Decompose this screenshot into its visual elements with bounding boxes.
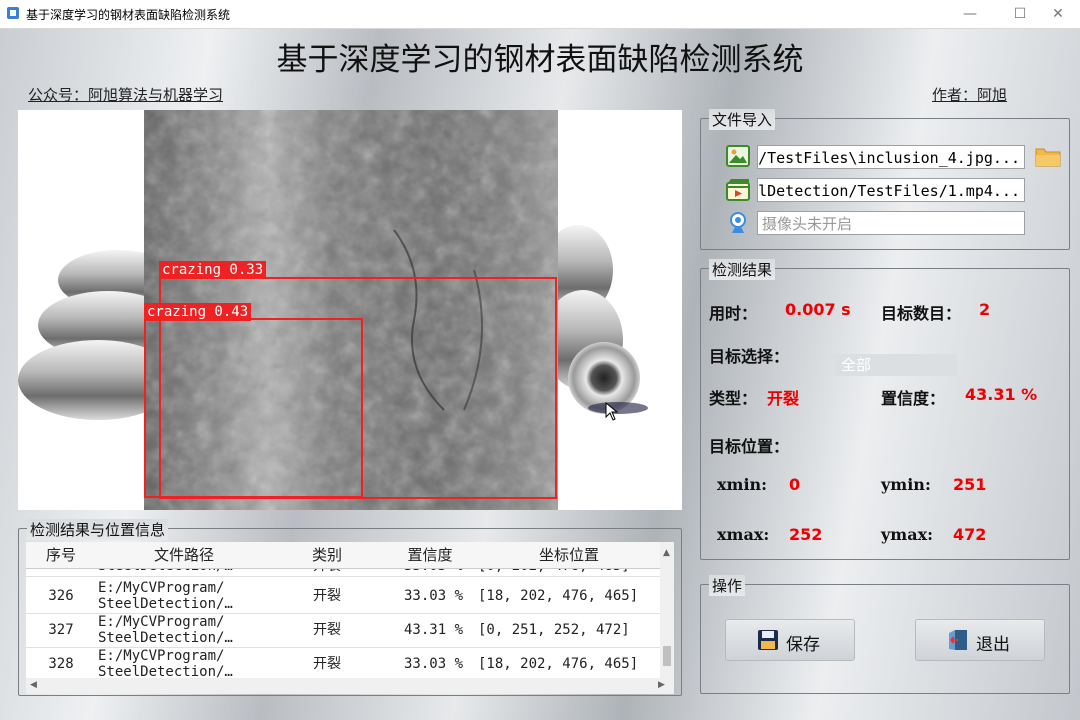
time-value: 0.007 s — [785, 300, 851, 319]
header-index[interactable]: 序号 — [26, 544, 96, 565]
cell-index: 326 — [48, 588, 74, 604]
exit-icon — [949, 630, 967, 650]
detection-label-2: crazing 0.43 — [144, 303, 252, 321]
cell-confidence: 33.03 % — [404, 588, 464, 604]
cell-index: 327 — [48, 622, 74, 638]
table-row[interactable]: 327 E:/MyCVProgram/ SteelDetection/… 开裂 … — [26, 614, 660, 648]
save-button[interactable]: 保存 — [725, 619, 855, 661]
cell-category: 开裂 — [313, 588, 341, 604]
xmax-label: xmax: — [717, 525, 770, 544]
cell-confidence: 43.31 % — [404, 622, 464, 638]
minimize-button[interactable]: — — [948, 0, 992, 28]
detection-label-1: crazing 0.33 — [159, 261, 267, 279]
cell-category: 开裂 — [313, 656, 341, 672]
cell-path-line2: SteelDetection/… — [98, 630, 233, 646]
results-table-legend: 检测结果与位置信息 — [27, 519, 169, 540]
ymax-label: ymax: — [881, 525, 934, 544]
save-button-label: 保存 — [786, 635, 820, 655]
mouse-cursor-icon — [605, 402, 619, 421]
results-table[interactable]: SteelDetection/… 开裂 33.03 % [0, 202, 476… — [26, 542, 674, 694]
table-horizontal-scrollbar[interactable]: ◀ ▶ — [26, 678, 674, 694]
type-value: 开裂 — [767, 389, 800, 408]
table-header: 序号 文件路径 类别 置信度 坐标位置 — [26, 542, 660, 569]
header-file-path[interactable]: 文件路径 — [96, 544, 272, 565]
window-title: 基于深度学习的钢材表面缺陷检测系统 — [26, 8, 231, 22]
cell-coords: [18, 202, 476, 465] — [478, 656, 639, 672]
header-category[interactable]: 类别 — [272, 544, 382, 565]
cell-path-line1: E:/MyCVProgram/ — [98, 614, 225, 630]
author-credit: 作者：阿旭 — [932, 86, 1008, 104]
xmax-value: 252 — [789, 525, 823, 544]
ymin-value: 251 — [953, 475, 987, 494]
exit-button[interactable]: 退出 — [915, 619, 1045, 661]
target-select-label: 目标选择： — [709, 347, 790, 366]
image-icon[interactable] — [725, 143, 751, 169]
public-account-credit: 公众号：阿旭算法与机器学习 — [28, 86, 224, 104]
scroll-left-icon[interactable]: ◀ — [30, 680, 37, 690]
video-path-field[interactable]: ...eelDetection/TestFiles/1.mp4 — [757, 178, 1025, 202]
target-position-label: 目标位置： — [709, 437, 790, 456]
cell-coords: [0, 251, 252, 472] — [478, 622, 630, 638]
folder-icon[interactable] — [1035, 145, 1061, 167]
header-coords[interactable]: 坐标位置 — [478, 544, 660, 565]
cell-path-line1: E:/MyCVProgram/ — [98, 648, 225, 664]
window-titlebar: 基于深度学习的钢材表面缺陷检测系统 — ☐ ✕ — [0, 0, 1080, 29]
ymax-value: 472 — [953, 525, 987, 544]
scroll-up-icon[interactable]: ▲ — [663, 548, 670, 558]
cell-path-line2: SteelDetection/… — [98, 596, 233, 612]
cell-coords: [18, 202, 476, 465] — [478, 588, 639, 604]
cell-index: 328 — [48, 656, 74, 672]
save-icon — [758, 630, 778, 650]
cell-path-line1: E:/MyCVProgram/ — [98, 580, 225, 596]
confidence-label: 置信度： — [881, 389, 946, 408]
cell-confidence: 33.03 % — [404, 656, 464, 672]
target-count-label: 目标数目： — [881, 304, 962, 323]
time-label: 用时： — [709, 304, 758, 323]
close-button[interactable]: ✕ — [1036, 0, 1080, 28]
operations-panel: 操作 保存 退出 — [700, 575, 1070, 694]
table-row[interactable]: 326 E:/MyCVProgram/ SteelDetection/… 开裂 … — [26, 580, 660, 614]
camera-status-field[interactable]: 摄像头未开启 — [757, 211, 1025, 235]
xmin-label: xmin: — [717, 475, 768, 494]
target-select-dropdown[interactable]: 全部 — [833, 354, 957, 376]
operations-legend: 操作 — [709, 575, 746, 596]
app-icon — [7, 7, 19, 19]
image-display: crazing 0.33 crazing 0.43 — [18, 110, 682, 510]
file-import-legend: 文件导入 — [709, 109, 776, 130]
page-title: 基于深度学习的钢材表面缺陷检测系统 — [276, 42, 804, 78]
confidence-value: 43.31 % — [965, 385, 1038, 404]
table-row[interactable]: 328 E:/MyCVProgram/ SteelDetection/… 开裂 … — [26, 648, 660, 682]
header-confidence[interactable]: 置信度 — [382, 544, 478, 565]
scroll-right-icon[interactable]: ▶ — [658, 680, 665, 690]
xmin-value: 0 — [789, 475, 801, 494]
exit-button-label: 退出 — [976, 635, 1010, 655]
detection-results-panel: 检测结果 用时： 0.007 s 目标数目： 2 目标选择： 全部 类型： 开裂… — [700, 259, 1070, 560]
type-label: 类型： — [709, 389, 758, 408]
target-count-value: 2 — [979, 300, 991, 319]
cell-category: 开裂 — [313, 622, 341, 638]
video-icon[interactable] — [725, 177, 751, 203]
camera-icon[interactable] — [725, 210, 751, 236]
vertical-scroll-thumb[interactable] — [663, 646, 671, 666]
detection-box-2 — [144, 318, 363, 498]
detection-results-legend: 检测结果 — [709, 259, 776, 280]
ymin-label: ymin: — [881, 475, 931, 494]
file-import-panel: 文件导入 ...on/TestFiles\inclusion_4.jpg ...… — [700, 109, 1070, 250]
image-path-field[interactable]: ...on/TestFiles\inclusion_4.jpg — [757, 145, 1025, 169]
table-vertical-scrollbar[interactable]: ▲ — [660, 542, 674, 678]
